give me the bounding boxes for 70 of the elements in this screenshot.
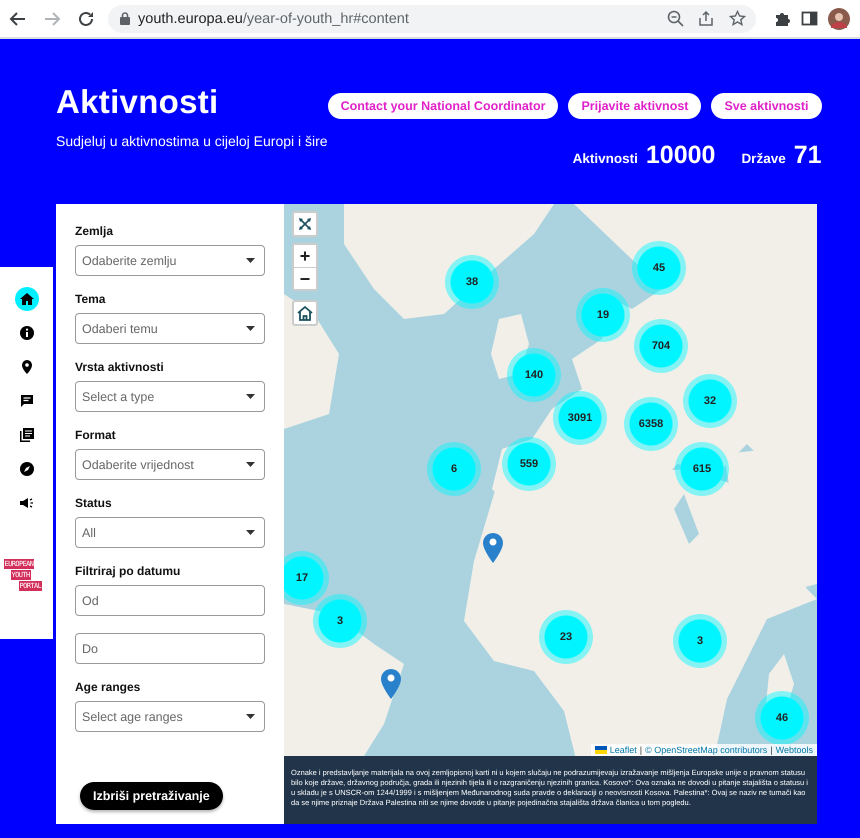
filter-label: Filtriraj po datumu: [75, 564, 182, 578]
caret-icon: [246, 530, 255, 535]
cluster-marker[interactable]: 615: [675, 442, 729, 496]
filter-label: Tema: [75, 292, 106, 306]
url-text: youth.europa.eu/year-of-youth_hr#content: [138, 10, 410, 26]
select-field[interactable]: Odaberi temu: [75, 313, 265, 344]
cluster-marker[interactable]: 6: [427, 442, 481, 496]
fullscreen-button[interactable]: [292, 211, 318, 237]
address-bar[interactable]: youth.europa.eu/year-of-youth_hr#content: [108, 4, 756, 32]
zoom-out-icon[interactable]: [667, 10, 684, 27]
share-icon[interactable]: [698, 10, 715, 27]
cluster-marker[interactable]: 45: [632, 241, 686, 295]
filter-label: Age ranges: [75, 680, 142, 694]
caret-icon: [246, 714, 255, 719]
map-pin-icon[interactable]: [483, 533, 503, 563]
separator-text: |: [640, 745, 642, 755]
select-field[interactable]: Odaberite vrijednost: [75, 449, 265, 480]
filter-label: Vrsta aktivnosti: [75, 360, 165, 374]
select-field[interactable]: All: [75, 517, 265, 548]
lock-icon: [120, 12, 130, 25]
cluster-marker[interactable]: 3: [313, 594, 367, 648]
stat-value: 71: [794, 141, 822, 170]
page-subtitle: Sudjeluj u aktivnostima u cijeloj Europi i šire: [56, 133, 328, 149]
cluster-marker[interactable]: 38: [445, 255, 499, 309]
caret-icon: [246, 462, 255, 467]
attribution-link[interactable]: Leaflet: [610, 745, 637, 755]
cluster-marker[interactable]: 32: [683, 374, 737, 428]
zoom-out-button[interactable]: −: [294, 267, 316, 289]
cluster-marker[interactable]: 6358: [624, 397, 678, 451]
header-link-button[interactable]: Prijavite aktivnost: [568, 93, 702, 119]
cluster-marker[interactable]: 140: [507, 348, 561, 402]
attribution-link[interactable]: Webtools: [776, 745, 813, 755]
date-input-field[interactable]: Od: [75, 585, 265, 616]
cluster-marker[interactable]: 3: [673, 614, 727, 668]
stat-value: 10000: [646, 141, 716, 170]
cluster-marker[interactable]: 19: [576, 288, 630, 342]
filter-label: Zemlja: [75, 224, 114, 238]
fullscreen-icon: [298, 217, 312, 231]
cluster-marker[interactable]: 17: [284, 551, 329, 605]
select-field[interactable]: Odaberite zemlju: [75, 245, 265, 276]
cluster-marker[interactable]: 3091: [553, 391, 607, 445]
filter-label: Format: [75, 428, 117, 442]
cluster-marker[interactable]: 559: [502, 437, 556, 491]
stat-label: Države: [741, 151, 786, 166]
separator-text: |: [770, 745, 773, 755]
attribution-link[interactable]: © OpenStreetMap contributors: [645, 745, 768, 755]
avatar[interactable]: [828, 8, 850, 30]
select-field[interactable]: Select a type: [75, 381, 265, 412]
cluster-marker[interactable]: 46: [755, 691, 809, 745]
flag-icon: [594, 746, 607, 754]
header-link-button[interactable]: Contact your National Coordinator: [328, 93, 558, 119]
home-icon: [296, 304, 314, 322]
cluster-marker[interactable]: 23: [539, 610, 593, 664]
page-title: Aktivnosti: [56, 83, 220, 121]
side-panel-icon[interactable]: [801, 10, 818, 27]
stat-label: Aktivnosti: [572, 151, 638, 166]
date-input-field[interactable]: Do: [75, 633, 265, 664]
map-pin-icon[interactable]: [381, 669, 401, 699]
clear-search-button[interactable]: Izbriši pretraživanje: [80, 782, 223, 810]
select-field[interactable]: Select age ranges: [75, 701, 265, 732]
header-link-button[interactable]: Sve aktivnosti: [711, 93, 822, 119]
cluster-marker[interactable]: 704: [634, 319, 688, 373]
home-view-button[interactable]: [292, 300, 318, 326]
caret-icon: [246, 394, 255, 399]
home-nav-icon[interactable]: [14, 287, 38, 311]
puzzle-icon[interactable]: [774, 10, 791, 27]
caret-icon: [246, 258, 255, 263]
filter-label: Status: [75, 496, 113, 510]
star-icon[interactable]: [729, 10, 746, 27]
caret-icon: [246, 326, 255, 331]
